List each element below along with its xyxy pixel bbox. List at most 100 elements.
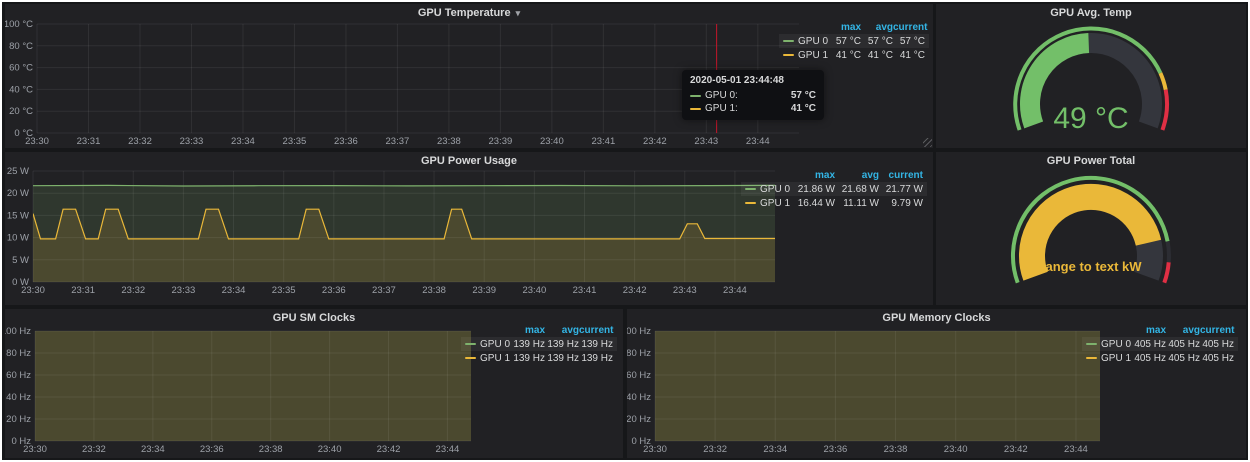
chevron-down-icon: ▾ [516, 8, 521, 18]
axis-tick-label: 23:30 [25, 136, 49, 147]
axis-tick-label: 23:41 [591, 136, 615, 147]
gauge-threshold-ring [1162, 90, 1167, 130]
legend-stat-header[interactable]: max [1132, 325, 1166, 336]
axis-tick-label: 23:30 [643, 444, 667, 455]
legend-series-label: GPU 0 [480, 339, 510, 350]
legend-stat-value: 41 °C [861, 50, 893, 61]
axis-tick-label: 23:38 [259, 444, 283, 455]
axis-tick-label: 23:41 [573, 285, 597, 296]
axis-tick-label: 23:38 [422, 285, 446, 296]
axis-tick-label: 23:44 [723, 285, 747, 296]
legend-stat-header[interactable]: current [1200, 325, 1234, 336]
axis-tick-label: 100 Hz [627, 326, 651, 337]
legend-stat-header[interactable]: current [893, 22, 925, 33]
legend-stat-value: 139 Hz [579, 339, 613, 350]
axis-tick-label: 23:40 [522, 285, 546, 296]
gauge-value-text: range to text kW [1040, 259, 1142, 274]
legend-row: GPU 1405 Hz405 Hz405 Hz [1082, 351, 1238, 365]
axis-tick-label: 80 °C [9, 41, 33, 52]
legend-row: GPU 0139 Hz139 Hz139 Hz [461, 337, 617, 351]
series-area [35, 331, 471, 441]
legend-stat-header[interactable]: max [829, 22, 861, 33]
axis-tick-label: 60 Hz [6, 370, 31, 381]
axis-tick-label: 23:38 [884, 444, 908, 455]
axis-tick-label: 23:39 [472, 285, 496, 296]
panel-title-gpu-power-usage[interactable]: GPU Power Usage [5, 154, 933, 169]
axis-tick-label: 23:33 [180, 136, 204, 147]
legend-series-name[interactable]: GPU 1 [1086, 353, 1132, 364]
legend-stat-value: 405 Hz [1200, 353, 1234, 364]
gauge: range to text kW [936, 168, 1246, 305]
legend-stat-header[interactable]: avg [1166, 325, 1200, 336]
panel-title-gpu-avg-temp[interactable]: GPU Avg. Temp [936, 6, 1246, 21]
legend-stat-value: 41 °C [893, 50, 925, 61]
legend-header-row: maxavgcurrent [741, 168, 927, 182]
panel-title-text: GPU Memory Clocks [882, 312, 990, 324]
legend-row: GPU 1139 Hz139 Hz139 Hz [461, 351, 617, 365]
legend-stat-value: 57 °C [829, 36, 861, 47]
legend-header-row: maxavgcurrent [1082, 323, 1238, 337]
legend-stat-value: 405 Hz [1166, 353, 1200, 364]
legend-series-label: GPU 0 [760, 184, 790, 195]
legend-stat-header[interactable]: current [579, 325, 613, 336]
axis-tick-label: 23:39 [488, 136, 512, 147]
axis-tick-label: 40 Hz [627, 392, 651, 403]
legend-series-name[interactable]: GPU 1 [745, 198, 791, 209]
axis-tick-label: 23:35 [283, 136, 307, 147]
legend-stat-value: 21.77 W [879, 184, 923, 195]
legend-stat-value: 21.68 W [835, 184, 879, 195]
series-color-dash [690, 95, 701, 97]
legend-row: GPU 057 °C57 °C57 °C [779, 34, 929, 48]
axis-tick-label: 23:42 [623, 285, 647, 296]
gauge-threshold-ring [1160, 73, 1165, 90]
axis-tick-label: 40 Hz [6, 392, 31, 403]
axis-tick-label: 20 °C [9, 106, 33, 117]
axis-tick-label: 23:40 [944, 444, 968, 455]
panel-title-text: GPU SM Clocks [273, 312, 356, 324]
tooltip-series-value: 57 °C [791, 90, 816, 101]
legend-stat-value: 405 Hz [1132, 339, 1166, 350]
legend-row: GPU 116.44 W11.11 W9.79 W [741, 196, 927, 210]
tooltip-series-value: 41 °C [791, 103, 816, 114]
legend-series-label: GPU 1 [480, 353, 510, 364]
panel-title-gpu-power-total[interactable]: GPU Power Total [936, 154, 1246, 169]
legend-stat-header[interactable]: avg [861, 22, 893, 33]
axis-tick-label: 23:36 [200, 444, 224, 455]
legend-header-row: maxavgcurrent [461, 323, 617, 337]
tooltip-row: GPU 1: 41 °C [690, 102, 816, 115]
panel-title-gpu-temperature[interactable]: GPU Temperature▾ [5, 6, 933, 21]
panel-gpu-temperature: GPU Temperature▾ 0 °C20 °C40 °C60 °C80 °… [5, 4, 933, 148]
legend-stat-value: 139 Hz [579, 353, 613, 364]
series-color-dash [745, 188, 756, 190]
gpu-power-usage-legend: maxavgcurrentGPU 021.86 W21.68 W21.77 WG… [741, 168, 927, 210]
legend-series-label: GPU 1 [760, 198, 790, 209]
legend-stat-header[interactable]: avg [835, 170, 879, 181]
axis-tick-label: 23:32 [128, 136, 152, 147]
gpu-avg-temp-gauge: 49 °C [936, 20, 1246, 153]
series-color-dash [465, 343, 476, 345]
legend-series-name[interactable]: GPU 1 [783, 50, 829, 61]
series-color-dash [465, 357, 476, 359]
series-line [33, 185, 775, 186]
gauge: 49 °C [936, 20, 1246, 148]
legend-series-name[interactable]: GPU 1 [465, 353, 511, 364]
axis-tick-label: 23:40 [540, 136, 564, 147]
axis-tick-label: 23:34 [763, 444, 787, 455]
legend-stat-value: 139 Hz [511, 339, 545, 350]
axis-tick-label: 15 W [7, 210, 29, 221]
legend-stat-header[interactable]: current [879, 170, 923, 181]
gauge-threshold-ring [1164, 262, 1168, 282]
legend-series-name[interactable]: GPU 0 [465, 339, 511, 350]
panel-resize-handle[interactable] [923, 138, 932, 147]
legend-stat-header[interactable]: max [511, 325, 545, 336]
axis-tick-label: 23:32 [82, 444, 106, 455]
axis-tick-label: 23:31 [77, 136, 101, 147]
legend-series-name[interactable]: GPU 0 [745, 184, 791, 195]
panel-gpu-memory-clocks: GPU Memory Clocks 0 Hz20 Hz40 Hz60 Hz80 … [627, 309, 1246, 458]
legend-stat-header[interactable]: max [791, 170, 835, 181]
legend-stat-value: 139 Hz [545, 353, 579, 364]
legend-series-name[interactable]: GPU 0 [783, 36, 829, 47]
axis-tick-label: 23:34 [231, 136, 255, 147]
legend-series-name[interactable]: GPU 0 [1086, 339, 1132, 350]
legend-stat-header[interactable]: avg [545, 325, 579, 336]
